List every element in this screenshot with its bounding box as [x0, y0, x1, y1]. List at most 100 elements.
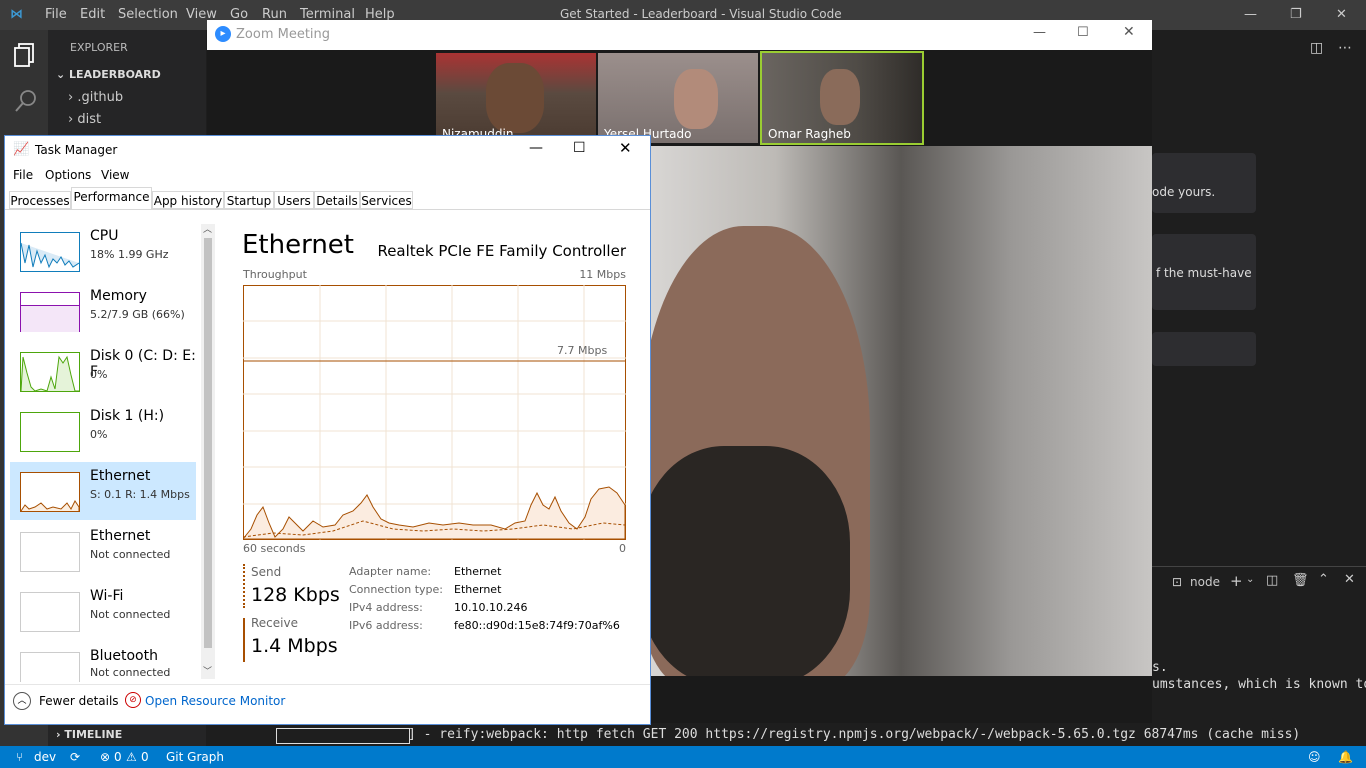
perf-item-detail: S: 0.1 R: 1.4 Mbps	[90, 488, 190, 501]
scroll-down-icon[interactable]: ﹀	[203, 664, 212, 677]
zoom-maximize-icon[interactable]: ☐	[1077, 25, 1089, 40]
tab-divider	[5, 209, 650, 210]
perf-item-wifi[interactable]: Wi-Fi Not connected	[10, 582, 196, 640]
graph-mid-label: 7.7 Mbps	[557, 344, 608, 357]
notifications-icon[interactable]: 🔔	[1338, 750, 1353, 764]
search-icon[interactable]	[14, 88, 38, 114]
perf-item-ethernet-selected[interactable]: Ethernet S: 0.1 R: 1.4 Mbps	[10, 462, 196, 520]
perf-item-memory[interactable]: Memory 5.2/7.9 GB (66%)	[10, 282, 196, 340]
menu-selection[interactable]: Selection	[118, 7, 178, 22]
participant-video	[486, 63, 544, 133]
zoom-logo-icon: ▸	[215, 26, 231, 42]
tab-app-history[interactable]: App history	[152, 191, 224, 209]
perf-item-disk0[interactable]: Disk 0 (C: D: E: F 0%	[10, 342, 196, 400]
tab-services[interactable]: Services	[360, 191, 413, 209]
disk1-thumbnail	[20, 412, 80, 452]
task-manager-icon: 📈	[13, 142, 30, 157]
detail-value: Ethernet	[454, 565, 502, 578]
perf-item-name: CPU	[90, 228, 119, 244]
tree-item-github[interactable]: › .github	[68, 90, 123, 105]
perf-item-name: Ethernet	[90, 468, 151, 484]
terminal-tab[interactable]: node	[1190, 575, 1220, 589]
participant-tile[interactable]: Yersel Hurtado	[598, 53, 758, 143]
perf-item-name: Memory	[90, 288, 147, 304]
participant-name: Omar Ragheb	[768, 127, 851, 141]
close-icon[interactable]: ✕	[1336, 7, 1347, 22]
send-marker	[243, 564, 247, 608]
perf-item-name: Ethernet	[90, 528, 151, 544]
perf-item-ethernet2[interactable]: Ethernet Not connected	[10, 522, 196, 580]
tm-menu-options[interactable]: Options	[45, 168, 91, 182]
split-terminal-icon[interactable]: ◫	[1266, 573, 1278, 588]
vscode-logo-icon: ⋈	[10, 7, 23, 22]
split-editor-icon[interactable]: ◫	[1310, 40, 1323, 56]
warnings-icon[interactable]: ⚠	[126, 750, 137, 764]
sidebar-scrollbar[interactable]: ︿ ﹀	[201, 224, 215, 679]
tab-processes[interactable]: Processes	[9, 191, 71, 209]
cpu-thumbnail	[20, 232, 80, 272]
sync-icon[interactable]: ⟳	[70, 750, 80, 764]
menu-edit[interactable]: Edit	[80, 7, 105, 22]
graph-zero-label: 0	[619, 542, 626, 555]
tree-item-label: dist	[77, 112, 102, 127]
walkthrough-card[interactable]: f the must-have	[1152, 234, 1256, 310]
perf-item-name: Bluetooth	[90, 648, 158, 664]
tab-users[interactable]: Users	[274, 191, 314, 209]
perf-item-detail: 0%	[90, 368, 108, 381]
restore-icon[interactable]: ❐	[1290, 7, 1302, 22]
terminal-line: umstances, which is known to	[1152, 677, 1366, 692]
tm-close-icon[interactable]: ✕	[619, 139, 632, 157]
zoom-close-icon[interactable]: ✕	[1123, 24, 1135, 40]
maximize-panel-icon[interactable]: ⌃	[1318, 572, 1329, 587]
zoom-minimize-icon[interactable]: —	[1033, 25, 1046, 40]
terminal-line: s.	[1152, 660, 1168, 675]
warnings-count[interactable]: 0	[141, 750, 149, 764]
walkthrough-card[interactable]: ode yours.	[1152, 153, 1256, 213]
folder-leaderboard[interactable]: ⌄ LEADERBOARD	[56, 68, 161, 81]
tab-details[interactable]: Details	[314, 191, 360, 209]
git-graph[interactable]: Git Graph	[166, 750, 224, 764]
branch-name[interactable]: dev	[34, 750, 56, 764]
speaker-beard	[650, 446, 850, 676]
tm-menu-file[interactable]: File	[13, 168, 33, 182]
errors-icon[interactable]: ⊗	[100, 750, 110, 764]
new-terminal-icon[interactable]: +	[1230, 572, 1243, 590]
perf-item-bluetooth[interactable]: Bluetooth Not connected	[10, 642, 196, 682]
perf-item-disk1[interactable]: Disk 1 (H:) 0%	[10, 402, 196, 460]
scrollbar-thumb[interactable]	[204, 238, 212, 648]
participant-tile[interactable]: Nizamuddin	[436, 53, 596, 143]
zoom-title: Zoom Meeting	[236, 27, 331, 42]
tm-menu-view[interactable]: View	[101, 168, 129, 182]
detail-key: IPv6 address:	[349, 619, 423, 632]
walkthrough-card[interactable]	[1152, 332, 1256, 366]
tab-performance[interactable]: Performance	[71, 187, 152, 209]
scroll-up-icon[interactable]: ︿	[203, 222, 212, 235]
chevron-up-icon[interactable]: ︿	[13, 692, 31, 710]
tree-item-dist[interactable]: › dist	[68, 112, 101, 127]
perf-heading: Ethernet	[242, 230, 354, 260]
files-icon[interactable]	[13, 42, 37, 68]
open-resource-monitor-link[interactable]: Open Resource Monitor	[145, 694, 285, 708]
close-panel-icon[interactable]: ✕	[1344, 572, 1355, 587]
perf-item-cpu[interactable]: CPU 18% 1.99 GHz	[10, 222, 196, 280]
feedback-icon[interactable]: ☺	[1308, 750, 1321, 764]
errors-count[interactable]: 0	[114, 750, 122, 764]
menu-file[interactable]: File	[45, 7, 67, 22]
branch-icon[interactable]: ⑂	[16, 750, 23, 764]
ethernet-thumbnail	[20, 472, 80, 512]
zoom-titlebar: ▸ Zoom Meeting — ☐ ✕	[207, 20, 1152, 50]
perf-item-detail: 5.2/7.9 GB (66%)	[90, 308, 185, 321]
tm-title: Task Manager	[35, 143, 118, 157]
tm-maximize-icon[interactable]: ☐	[573, 140, 586, 156]
minimize-icon[interactable]: —	[1244, 7, 1257, 22]
participant-tile-active[interactable]: Omar Ragheb	[760, 51, 924, 145]
tab-startup[interactable]: Startup	[224, 191, 274, 209]
tm-minimize-icon[interactable]: —	[529, 140, 543, 156]
memory-thumbnail	[20, 292, 80, 332]
fewer-details-button[interactable]: Fewer details	[39, 694, 119, 708]
chevron-down-icon[interactable]: ⌄	[1246, 574, 1254, 585]
timeline-section[interactable]: › TIMELINE	[56, 728, 122, 741]
more-actions-icon[interactable]: ⋯	[1338, 40, 1352, 56]
active-speaker-video	[650, 146, 1152, 676]
trash-icon[interactable]: 🗑	[1292, 573, 1309, 588]
